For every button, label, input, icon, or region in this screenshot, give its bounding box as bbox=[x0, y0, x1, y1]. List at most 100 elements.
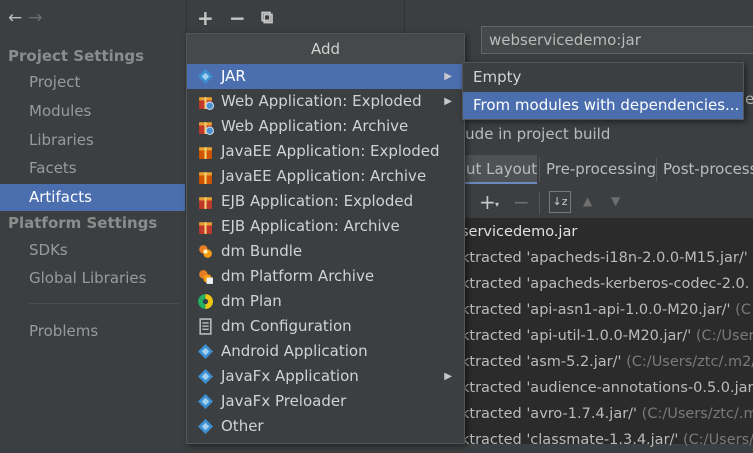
jar-icon bbox=[197, 68, 214, 85]
tree-row-label: ktracted 'apacheds-i18n-2.0.0-M15.jar/' bbox=[461, 250, 748, 266]
menu-item-label: Other bbox=[221, 417, 264, 435]
dm-plan-icon bbox=[197, 293, 214, 310]
menu-item-javaee-application-archive[interactable]: JavaEE Application: Archive bbox=[187, 164, 464, 189]
move-down-icon[interactable]: ▼ bbox=[611, 194, 620, 208]
menu-item-javafx-application[interactable]: JavaFx Application ▶ bbox=[187, 364, 464, 389]
menu-item-label: JavaFx Preloader bbox=[221, 392, 347, 410]
sidebar-item-sdks[interactable]: SDKs bbox=[0, 237, 185, 264]
tree-row-label: ktracted 'classmate-1.3.4.jar/' bbox=[461, 432, 679, 448]
tab-post-processing[interactable]: Post-process bbox=[658, 155, 753, 184]
tab-divider bbox=[539, 158, 540, 182]
sidebar-item-project[interactable]: Project bbox=[0, 69, 185, 96]
project-settings-heading: Project Settings bbox=[8, 47, 145, 65]
javaee-icon bbox=[197, 143, 214, 160]
javafx-icon bbox=[197, 393, 214, 410]
menu-item-android-application[interactable]: Android Application bbox=[187, 339, 464, 364]
submenu-arrow-icon: ▶ bbox=[444, 371, 452, 382]
artifacts-toolbar: + − ⧉ bbox=[186, 0, 405, 34]
tree-row-label: ktracted 'asm-5.2.jar/' bbox=[461, 354, 622, 370]
copy-icon[interactable]: ⧉ bbox=[261, 8, 273, 28]
forward-arrow-icon[interactable]: → bbox=[28, 8, 48, 28]
add-element-icon[interactable]: + bbox=[479, 190, 496, 214]
include-in-build-label[interactable]: lude in project build bbox=[461, 125, 610, 143]
platform-settings-heading: Platform Settings bbox=[8, 214, 158, 232]
sidebar-item-modules[interactable]: Modules bbox=[0, 98, 185, 125]
tree-row-label: ktracted 'api-util-1.0.0-M20.jar/' bbox=[461, 328, 692, 344]
submenu-item-from-modules[interactable]: From modules with dependencies... bbox=[463, 92, 743, 119]
output-layout-toolbar: + ▾ − ↓z ▲ ▼ bbox=[461, 188, 753, 218]
add-element-dropdown-icon[interactable]: ▾ bbox=[495, 200, 499, 209]
menu-item-dm-plan[interactable]: dm Plan bbox=[187, 289, 464, 314]
web-app-icon bbox=[197, 93, 214, 110]
menu-item-web-application-exploded[interactable]: Web Application: Exploded ▶ bbox=[187, 89, 464, 114]
sidebar-divider bbox=[29, 303, 179, 304]
sidebar-item-artifacts[interactable]: Artifacts bbox=[0, 184, 185, 211]
dm-config-icon bbox=[197, 318, 214, 335]
output-layout-tree: servicedemo.jar ktracted 'apacheds-i18n-2… bbox=[461, 218, 753, 448]
menu-item-label: JavaFx Application bbox=[221, 367, 359, 385]
menu-item-label: EJB Application: Archive bbox=[221, 217, 400, 235]
remove-icon[interactable]: − bbox=[229, 6, 246, 30]
tree-row[interactable]: ktracted 'avro-1.7.4.jar/' (C:/Users/ztc… bbox=[461, 401, 753, 427]
move-up-icon[interactable]: ▲ bbox=[583, 194, 592, 208]
sidebar-item-global-libraries[interactable]: Global Libraries bbox=[0, 265, 185, 292]
ejb-icon bbox=[197, 193, 214, 210]
menu-item-ejb-application-archive[interactable]: EJB Application: Archive bbox=[187, 214, 464, 239]
tree-row-path: (C:/Users/ztc/.m2/ bbox=[621, 354, 753, 370]
menu-item-javaee-application-exploded[interactable]: JavaEE Application: Exploded bbox=[187, 139, 464, 164]
add-icon[interactable]: + bbox=[197, 6, 214, 30]
menu-item-label: dm Bundle bbox=[221, 242, 303, 260]
menu-item-label: dm Plan bbox=[221, 292, 282, 310]
menu-item-ejb-application-exploded[interactable]: EJB Application: Exploded bbox=[187, 189, 464, 214]
javafx-icon bbox=[197, 368, 214, 385]
tab-output-layout[interactable]: ut Layout bbox=[461, 155, 537, 184]
tree-row-path: (C:/Users/ztc/.m bbox=[637, 406, 753, 422]
tab-pre-processing[interactable]: Pre-processing bbox=[541, 155, 661, 184]
submenu-item-empty[interactable]: Empty bbox=[463, 64, 743, 91]
menu-item-dm-bundle[interactable]: dm Bundle bbox=[187, 239, 464, 264]
add-artifact-popup: Add JAR ▶ Web Application: Exploded ▶ Web Ap… bbox=[186, 33, 465, 444]
remove-element-icon[interactable]: − bbox=[513, 190, 530, 214]
tree-root-jar[interactable]: servicedemo.jar bbox=[461, 219, 577, 245]
tree-row[interactable]: ktracted 'asm-5.2.jar/' (C:/Users/ztc/.m… bbox=[461, 349, 753, 375]
menu-item-javafx-preloader[interactable]: JavaFx Preloader bbox=[187, 389, 464, 414]
tree-row-path: (C:/User bbox=[691, 328, 753, 344]
tree-row[interactable]: ktracted 'api-util-1.0.0-M20.jar/' (C:/U… bbox=[461, 323, 753, 349]
menu-item-label: EJB Application: Exploded bbox=[221, 192, 414, 210]
tree-row[interactable]: ktracted 'classmate-1.3.4.jar/' (C:/User… bbox=[461, 427, 753, 453]
sidebar-item-facets[interactable]: Facets bbox=[0, 155, 185, 182]
menu-item-web-application-archive[interactable]: Web Application: Archive bbox=[187, 114, 464, 139]
sidebar-item-problems[interactable]: Problems bbox=[0, 318, 185, 345]
tree-row-label: ktracted 'api-asn1-api-1.0.0-M20.jar/' bbox=[461, 302, 731, 318]
dm-bundle-icon bbox=[197, 243, 214, 260]
sidebar-item-libraries[interactable]: Libraries bbox=[0, 127, 185, 154]
tree-row[interactable]: ktracted 'apacheds-kerberos-codec-2.0. bbox=[461, 271, 749, 297]
menu-item-dm-platform-archive[interactable]: dm Platform Archive bbox=[187, 264, 464, 289]
menu-item-label: JavaEE Application: Exploded bbox=[221, 142, 440, 160]
tree-row-label: ktracted 'apacheds-kerberos-codec-2.0. bbox=[461, 276, 750, 292]
tree-row-path: (C:/Users/ bbox=[678, 432, 753, 448]
other-icon bbox=[197, 418, 214, 435]
menu-item-other[interactable]: Other bbox=[187, 414, 464, 439]
toolbar-divider bbox=[539, 192, 540, 214]
tree-row-path: (C bbox=[748, 250, 753, 266]
menu-item-dm-configuration[interactable]: dm Configuration bbox=[187, 314, 464, 339]
menu-item-label: Web Application: Exploded bbox=[221, 92, 422, 110]
menu-item-label: JavaEE Application: Archive bbox=[221, 167, 427, 185]
tree-row-label: servicedemo.jar bbox=[461, 224, 578, 240]
tree-row-path: (C bbox=[730, 302, 751, 318]
tree-row-label: ktracted 'audience-annotations-0.5.0.jar bbox=[461, 380, 753, 396]
popup-title: Add bbox=[187, 34, 464, 65]
back-arrow-icon[interactable]: ← bbox=[8, 8, 28, 28]
project-structure-sidebar: ←→ Project Settings Project Modules Libr… bbox=[0, 0, 185, 444]
tree-row[interactable]: ktracted 'api-asn1-api-1.0.0-M20.jar/' (… bbox=[461, 297, 751, 323]
sort-icon[interactable]: ↓z bbox=[549, 191, 571, 213]
menu-item-label: dm Configuration bbox=[221, 317, 352, 335]
artifact-name-field[interactable]: webservicedemo:jar bbox=[481, 26, 753, 54]
ejb-icon bbox=[197, 218, 214, 235]
menu-item-label: JAR bbox=[221, 67, 246, 85]
nav-arrows: ←→ bbox=[8, 8, 49, 28]
tree-row[interactable]: ktracted 'audience-annotations-0.5.0.jar bbox=[461, 375, 753, 401]
tree-row[interactable]: ktracted 'apacheds-i18n-2.0.0-M15.jar/' … bbox=[461, 245, 753, 271]
menu-item-jar[interactable]: JAR ▶ bbox=[187, 64, 464, 89]
